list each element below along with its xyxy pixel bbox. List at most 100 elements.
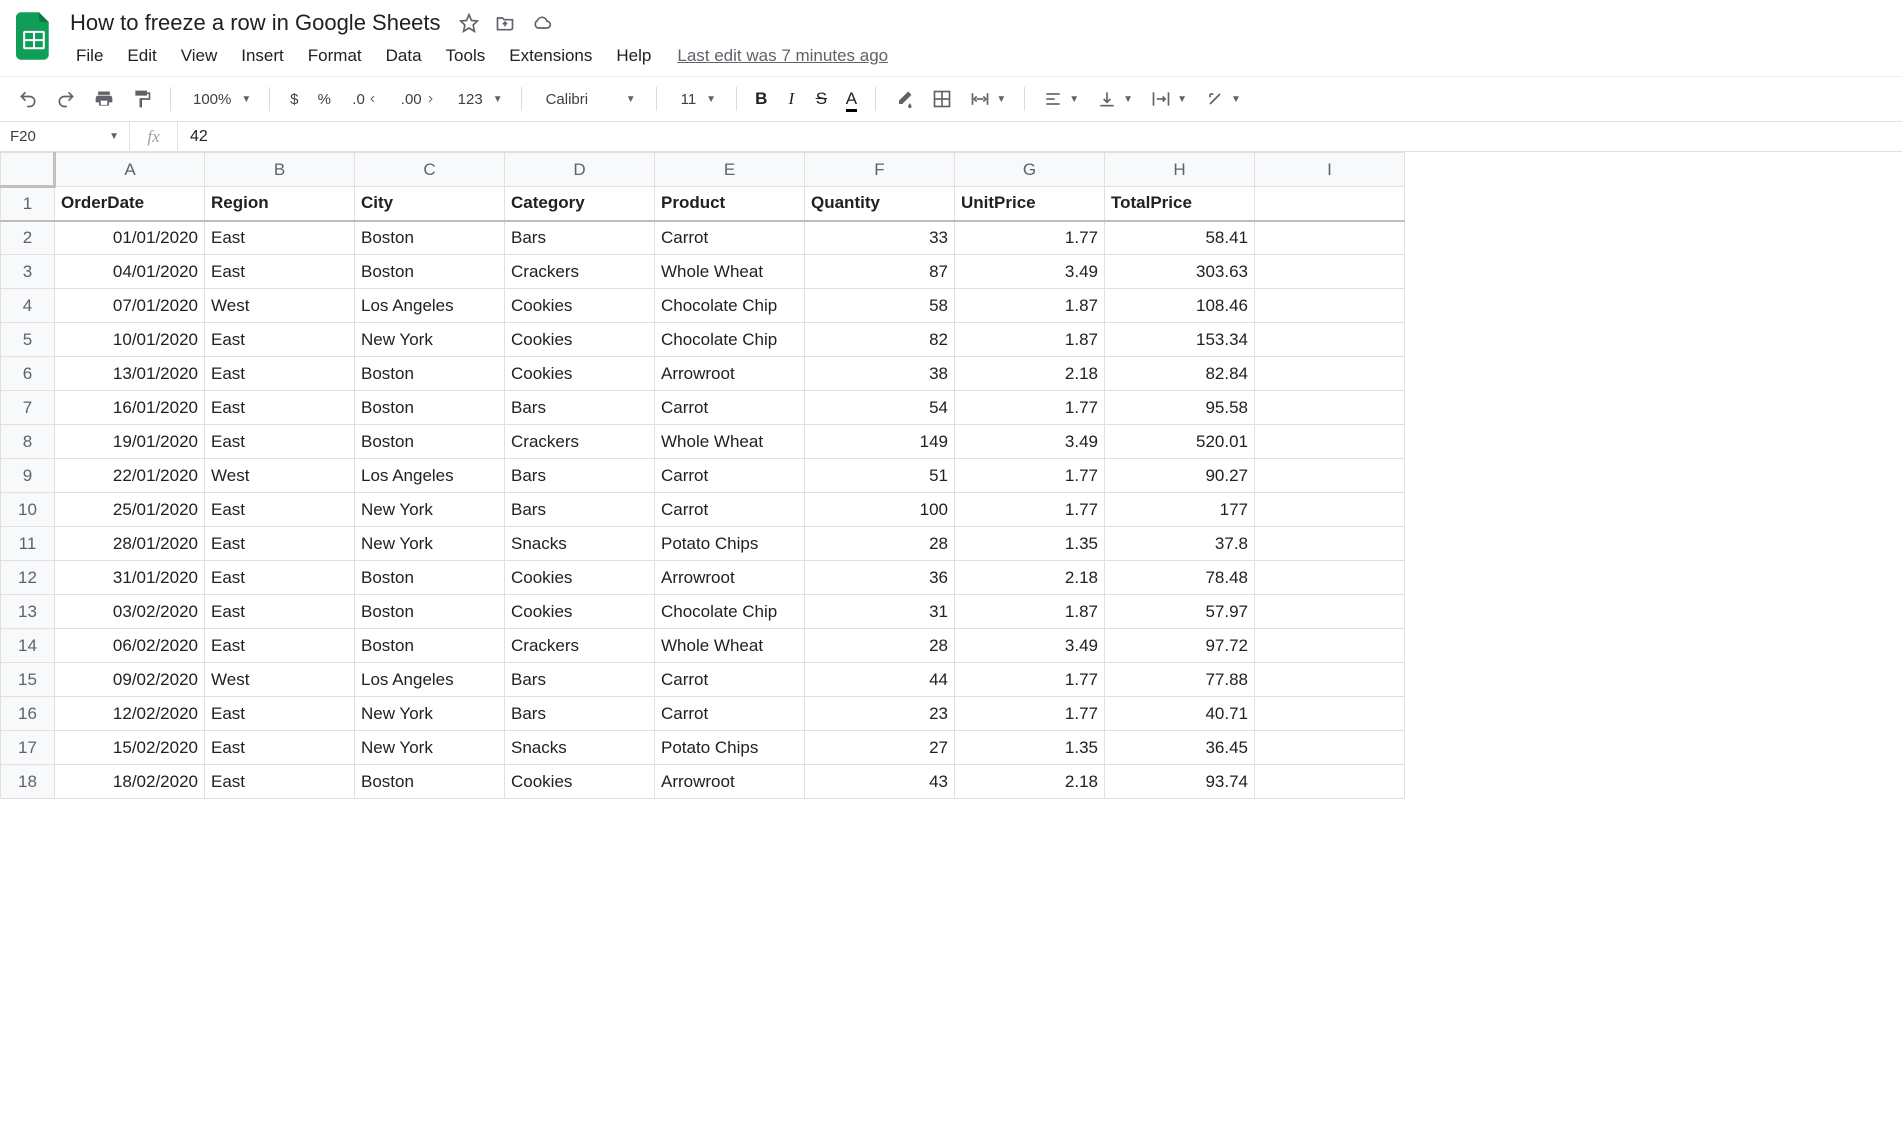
cell[interactable]	[1255, 289, 1405, 323]
cell[interactable]: Boston	[355, 765, 505, 799]
row-header[interactable]: 13	[1, 595, 55, 629]
cell[interactable]: Crackers	[505, 629, 655, 663]
zoom-dropdown[interactable]: 100%▼	[183, 87, 257, 112]
cell[interactable]: Arrowroot	[655, 357, 805, 391]
cell[interactable]: West	[205, 663, 355, 697]
cell[interactable]: 95.58	[1105, 391, 1255, 425]
cell[interactable]: 1.35	[955, 527, 1105, 561]
row-header[interactable]: 3	[1, 255, 55, 289]
menu-edit[interactable]: Edit	[117, 40, 166, 72]
cell[interactable]: 22/01/2020	[55, 459, 205, 493]
cell[interactable]: Los Angeles	[355, 459, 505, 493]
text-wrap-button[interactable]: ▼	[1145, 85, 1193, 113]
cell[interactable]: 36.45	[1105, 731, 1255, 765]
cell[interactable]: East	[205, 731, 355, 765]
cell[interactable]: Boston	[355, 221, 505, 255]
cell[interactable]: Carrot	[655, 697, 805, 731]
cell[interactable]: New York	[355, 323, 505, 357]
row-header[interactable]: 12	[1, 561, 55, 595]
cell[interactable]: 78.48	[1105, 561, 1255, 595]
cell[interactable]: 37.8	[1105, 527, 1255, 561]
cell[interactable]: 43	[805, 765, 955, 799]
cell[interactable]: Potato Chips	[655, 731, 805, 765]
cell[interactable]: 1.77	[955, 221, 1105, 255]
column-header-A[interactable]: A	[55, 153, 205, 187]
cell[interactable]: City	[355, 187, 505, 221]
font-family-dropdown[interactable]: Calibri▼	[534, 87, 644, 112]
cell[interactable]	[1255, 595, 1405, 629]
cell[interactable]: 1.77	[955, 493, 1105, 527]
cell[interactable]: Whole Wheat	[655, 255, 805, 289]
cell[interactable]: Crackers	[505, 255, 655, 289]
cell[interactable]: Cookies	[505, 765, 655, 799]
cell[interactable]	[1255, 629, 1405, 663]
spreadsheet-grid[interactable]: ABCDEFGHI 1OrderDateRegionCityCategoryPr…	[0, 152, 1902, 1088]
cell[interactable]: 3.49	[955, 425, 1105, 459]
cell[interactable]: East	[205, 765, 355, 799]
cell[interactable]: 153.34	[1105, 323, 1255, 357]
cell[interactable]: Snacks	[505, 527, 655, 561]
cell[interactable]: 13/01/2020	[55, 357, 205, 391]
select-all-corner[interactable]	[1, 153, 55, 187]
cell[interactable]: Bars	[505, 663, 655, 697]
cell[interactable]: Boston	[355, 595, 505, 629]
cell[interactable]: 28	[805, 629, 955, 663]
cell[interactable]: 10/01/2020	[55, 323, 205, 357]
menu-insert[interactable]: Insert	[231, 40, 294, 72]
cell[interactable]: East	[205, 255, 355, 289]
cell[interactable]: Boston	[355, 629, 505, 663]
row-header[interactable]: 8	[1, 425, 55, 459]
percent-format-button[interactable]: %	[312, 85, 336, 113]
cell[interactable]: 1.77	[955, 697, 1105, 731]
cell[interactable]	[1255, 391, 1405, 425]
column-header-B[interactable]: B	[205, 153, 355, 187]
cell[interactable]: 2.18	[955, 765, 1105, 799]
cell[interactable]	[1255, 561, 1405, 595]
cell[interactable]: Cookies	[505, 561, 655, 595]
cell[interactable]: Arrowroot	[655, 561, 805, 595]
row-header[interactable]: 11	[1, 527, 55, 561]
column-header-H[interactable]: H	[1105, 153, 1255, 187]
cell[interactable]	[1255, 493, 1405, 527]
cell[interactable]: 27	[805, 731, 955, 765]
cell[interactable]: 82	[805, 323, 955, 357]
cell[interactable]: 28	[805, 527, 955, 561]
cell[interactable]: 36	[805, 561, 955, 595]
column-header-D[interactable]: D	[505, 153, 655, 187]
text-rotation-button[interactable]: ▼	[1199, 85, 1247, 113]
borders-button[interactable]	[926, 85, 958, 113]
undo-icon[interactable]	[12, 85, 44, 113]
cell[interactable]: 90.27	[1105, 459, 1255, 493]
cell[interactable]: 28/01/2020	[55, 527, 205, 561]
cell[interactable]: 2.18	[955, 357, 1105, 391]
cell[interactable]: East	[205, 357, 355, 391]
cell[interactable]: Region	[205, 187, 355, 221]
cell[interactable]: Cookies	[505, 595, 655, 629]
cell[interactable]: East	[205, 561, 355, 595]
increase-decimal-button[interactable]: .00	[391, 85, 442, 113]
name-box[interactable]: F20▼	[0, 122, 130, 151]
cell[interactable]: 108.46	[1105, 289, 1255, 323]
cell[interactable]: 31/01/2020	[55, 561, 205, 595]
cell[interactable]: Category	[505, 187, 655, 221]
cell[interactable]: Carrot	[655, 459, 805, 493]
cell[interactable]: 177	[1105, 493, 1255, 527]
sheets-app-icon[interactable]	[12, 8, 56, 64]
cell[interactable]: 07/01/2020	[55, 289, 205, 323]
cell[interactable]: New York	[355, 527, 505, 561]
column-header-G[interactable]: G	[955, 153, 1105, 187]
cell[interactable]: West	[205, 289, 355, 323]
cell[interactable]: 16/01/2020	[55, 391, 205, 425]
move-icon[interactable]	[495, 13, 515, 33]
cell[interactable]: 19/01/2020	[55, 425, 205, 459]
cell[interactable]: 06/02/2020	[55, 629, 205, 663]
cell[interactable]: UnitPrice	[955, 187, 1105, 221]
cell[interactable]: 93.74	[1105, 765, 1255, 799]
row-header[interactable]: 10	[1, 493, 55, 527]
cell[interactable]	[1255, 221, 1405, 255]
star-icon[interactable]	[459, 13, 479, 33]
document-title[interactable]: How to freeze a row in Google Sheets	[66, 8, 445, 38]
cell[interactable]: Cookies	[505, 323, 655, 357]
cell[interactable]: 12/02/2020	[55, 697, 205, 731]
cell[interactable]: Bars	[505, 391, 655, 425]
